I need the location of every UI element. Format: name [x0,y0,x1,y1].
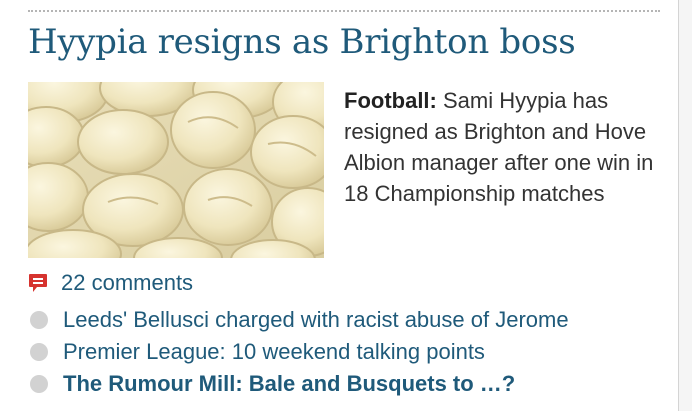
bullet-icon [30,343,48,361]
related-link[interactable]: The Rumour Mill: Bale and Busquets to …? [28,368,569,400]
related-link[interactable]: Leeds' Bellusci charged with racist abus… [28,304,569,336]
story-headline-link[interactable]: Hyypia resigns as Brighton boss [28,20,576,64]
related-links-list: Leeds' Bellusci charged with racist abus… [28,304,569,400]
related-link-label: Leeds' Bellusci charged with racist abus… [63,307,569,332]
story-kicker: Football: [344,88,437,113]
comments-count: 22 comments [61,270,194,295]
comments-link[interactable]: 22 comments [28,268,193,298]
story-card: Hyypia resigns as Brighton boss Football… [0,0,679,411]
related-link-label: The Rumour Mill: Bale and Busquets to …? [63,371,516,396]
bullet-icon [30,375,48,393]
related-link-label: Premier League: 10 weekend talking point… [63,339,485,364]
related-link[interactable]: Premier League: 10 weekend talking point… [28,336,569,368]
story-image[interactable] [28,82,324,258]
bullet-icon [30,311,48,329]
comment-speech-bubble-icon [29,274,47,292]
top-divider [28,10,660,12]
story-standfirst: Football: Sami Hyypia has resigned as Br… [344,85,664,209]
